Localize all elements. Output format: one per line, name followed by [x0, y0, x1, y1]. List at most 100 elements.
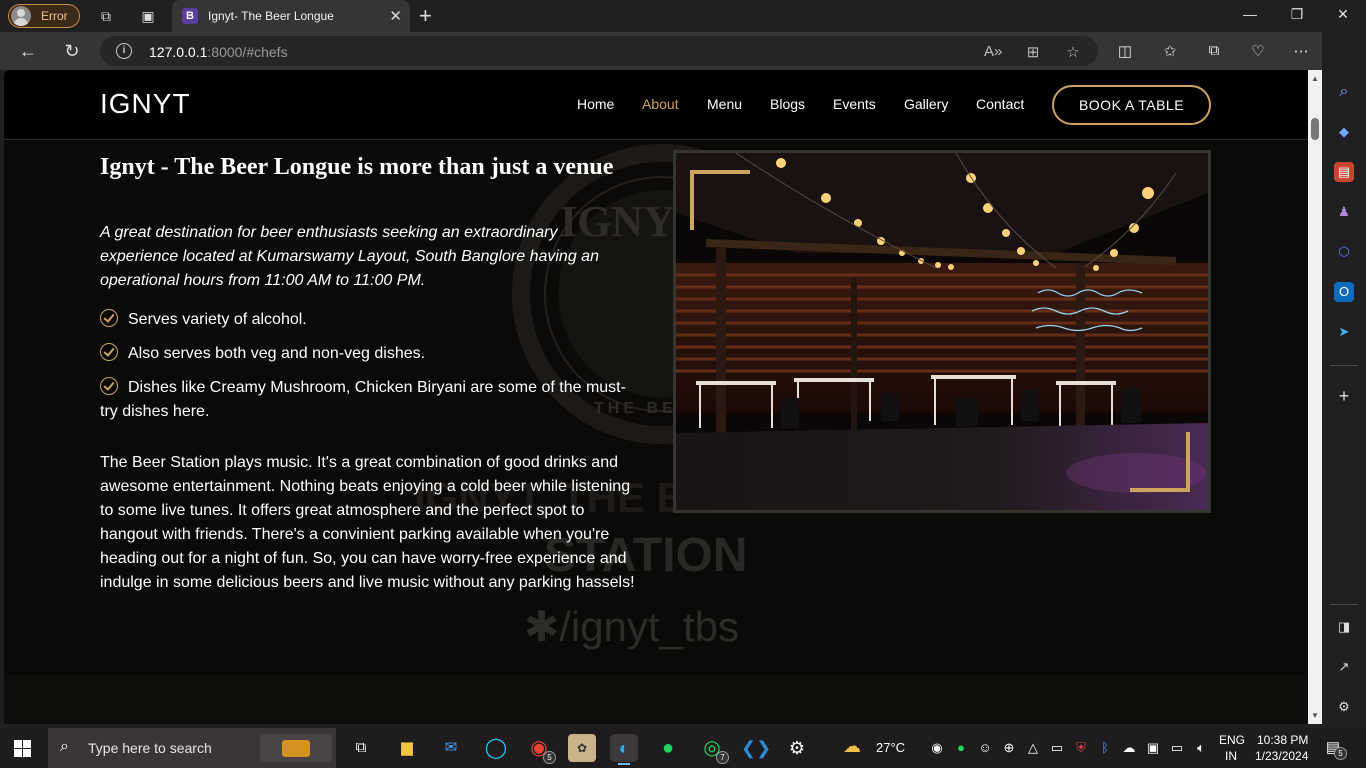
app-icon[interactable]: ✿ [568, 734, 596, 762]
shopping-tag-icon[interactable]: ◆ [1334, 122, 1354, 142]
spotify-icon[interactable]: ● [654, 734, 682, 762]
refresh-icon[interactable]: ↻ [61, 40, 83, 62]
frame-corner-bottom-right [1130, 432, 1190, 492]
app-available-icon[interactable]: ⊞ [1024, 43, 1042, 61]
vscode-icon[interactable]: ❮❯ [741, 734, 771, 762]
hide-sidebar-icon[interactable]: ◨ [1334, 617, 1354, 637]
drop-icon[interactable]: ➤ [1334, 322, 1354, 342]
bluetooth-icon[interactable]: ᛒ [1097, 740, 1113, 755]
scrollbar-thumb[interactable] [1311, 118, 1319, 140]
check-circle-icon [100, 377, 118, 395]
edge-icon[interactable]: ◐ [610, 734, 638, 765]
settings-icon[interactable]: ⚙ [783, 734, 811, 762]
start-button[interactable] [14, 740, 31, 757]
search-icon: ⌕ [60, 738, 69, 755]
browser-essentials-icon[interactable]: ♡ [1248, 42, 1268, 60]
cortana-icon[interactable]: ◯ [482, 734, 510, 762]
file-explorer-icon[interactable]: ▆ [393, 734, 421, 762]
site-header: IGNYT Home About Menu Blogs Events Galle… [4, 70, 1308, 140]
chrome-badge: 5 [543, 751, 556, 764]
sidebar-divider [1330, 604, 1358, 605]
book-table-button[interactable]: BOOK A TABLE [1052, 85, 1211, 125]
clock-time[interactable]: 10:38 PM [1257, 733, 1308, 747]
tab-active[interactable]: B Ignyt- The Beer Longue ✕ [172, 0, 410, 32]
venue-photo-illustration [676, 153, 1208, 510]
meet-now-icon[interactable]: ▣ [1145, 740, 1161, 756]
task-view-icon[interactable]: ⧉ [347, 734, 375, 762]
sidebar-settings-icon[interactable]: ⚙ [1334, 697, 1354, 717]
feature-item: Dishes like Creamy Mushroom, Chicken Bir… [100, 376, 630, 424]
favorite-star-icon[interactable]: ☆ [1064, 43, 1082, 61]
language-region[interactable]: IN [1225, 749, 1237, 763]
back-icon[interactable]: ← [17, 40, 39, 62]
new-tab-button[interactable]: + [419, 3, 432, 29]
split-screen-icon[interactable]: ◫ [1115, 42, 1135, 60]
display-icon[interactable]: ▭ [1049, 740, 1065, 756]
record-icon[interactable]: ◉ [929, 740, 945, 756]
address-bar[interactable]: i 127.0.0.1:8000/#chefs A» ⊞ ☆ [100, 36, 1098, 66]
language-code[interactable]: ENG [1219, 733, 1245, 747]
settings-more-icon[interactable]: ⋯ [1291, 42, 1311, 60]
weather-temp[interactable]: 27°C [876, 740, 905, 755]
read-aloud-icon[interactable]: A» [984, 43, 1002, 60]
search-icon[interactable]: ⌕ [1334, 82, 1354, 102]
nav-events[interactable]: Events [833, 96, 876, 112]
briefcase-icon [260, 734, 332, 762]
watermark-asterisk-icon: ✱ [524, 603, 560, 650]
notifications-badge: 5 [1334, 747, 1347, 760]
site-logo[interactable]: IGNYT [100, 88, 191, 120]
site-info-icon[interactable]: i [116, 43, 132, 59]
spotify-tray-icon[interactable]: ● [953, 740, 969, 755]
next-section-strip [4, 674, 1308, 724]
page-scrollbar[interactable]: ▲ ▼ [1308, 70, 1322, 724]
browser-tab-strip: Error ⧉ ▣ B Ignyt- The Beer Longue ✕ + —… [0, 0, 1366, 32]
microsoft-365-icon[interactable]: ⬡ [1334, 242, 1354, 262]
tools-icon[interactable]: ▤ [1334, 162, 1354, 182]
favicon-icon: B [182, 8, 198, 24]
add-sidebar-app-icon[interactable]: + [1334, 386, 1354, 406]
watermark-handle-text: /ignyt_tbs [559, 603, 739, 650]
nav-blogs[interactable]: Blogs [770, 96, 805, 112]
discord-icon[interactable]: ☺ [977, 740, 993, 755]
nav-home[interactable]: Home [577, 96, 614, 112]
battery-icon[interactable]: ▭ [1169, 740, 1185, 756]
open-external-icon[interactable]: ↗ [1334, 657, 1354, 677]
outlook-icon[interactable]: O [1334, 282, 1354, 302]
drive-icon[interactable]: △ [1025, 740, 1041, 756]
nav-about[interactable]: About [642, 96, 679, 112]
chrome-icon[interactable]: ◉ 5 [525, 734, 556, 764]
url-text[interactable]: 127.0.0.1:8000/#chefs [149, 44, 288, 60]
security-icon[interactable]: ⛨ [1073, 740, 1089, 756]
feature-item: Also serves both veg and non-veg dishes. [100, 342, 640, 366]
about-title: Ignyt - The Beer Longue is more than jus… [100, 154, 614, 180]
whatsapp-icon[interactable]: ◎ 7 [698, 734, 729, 764]
nav-gallery[interactable]: Gallery [904, 96, 948, 112]
check-circle-icon [100, 343, 118, 361]
feature-item: Serves variety of alcohol. [100, 308, 640, 332]
weather-icon[interactable]: ☁ [843, 736, 861, 757]
scroll-down-icon[interactable]: ▼ [1311, 711, 1319, 720]
games-icon[interactable]: ♟ [1334, 202, 1354, 222]
restore-icon[interactable]: ❐ [1287, 6, 1307, 23]
minimize-icon[interactable]: — [1240, 6, 1260, 22]
whatsapp-badge: 7 [716, 751, 729, 764]
page-viewport: IGNYT Home About Menu Blogs Events Galle… [4, 70, 1308, 724]
notifications-icon[interactable]: ▤ 5 [1325, 738, 1347, 760]
profile-button[interactable]: Error [8, 4, 80, 28]
nav-contact[interactable]: Contact [976, 96, 1024, 112]
vpn-globe-icon[interactable]: ⊕ [1001, 740, 1017, 756]
tab-title: Ignyt- The Beer Longue [208, 9, 334, 23]
clock-date[interactable]: 1/23/2024 [1255, 749, 1308, 763]
close-tab-icon[interactable]: ✕ [389, 7, 402, 25]
nav-menu[interactable]: Menu [707, 96, 742, 112]
tab-actions-icon[interactable]: ▣ [138, 6, 158, 26]
taskbar-search[interactable]: ⌕ Type here to search [48, 728, 336, 768]
favorites-icon[interactable]: ✩ [1160, 42, 1180, 60]
cloud-icon[interactable]: ☁ [1121, 740, 1137, 756]
volume-icon[interactable]: 🔈︎ [1193, 740, 1209, 756]
mail-icon[interactable]: ✉ [437, 734, 465, 762]
close-window-icon[interactable]: ✕ [1333, 6, 1353, 23]
workspaces-icon[interactable]: ⧉ [96, 6, 116, 26]
scroll-up-icon[interactable]: ▲ [1311, 74, 1319, 83]
collections-icon[interactable]: ⧉ [1204, 42, 1224, 59]
